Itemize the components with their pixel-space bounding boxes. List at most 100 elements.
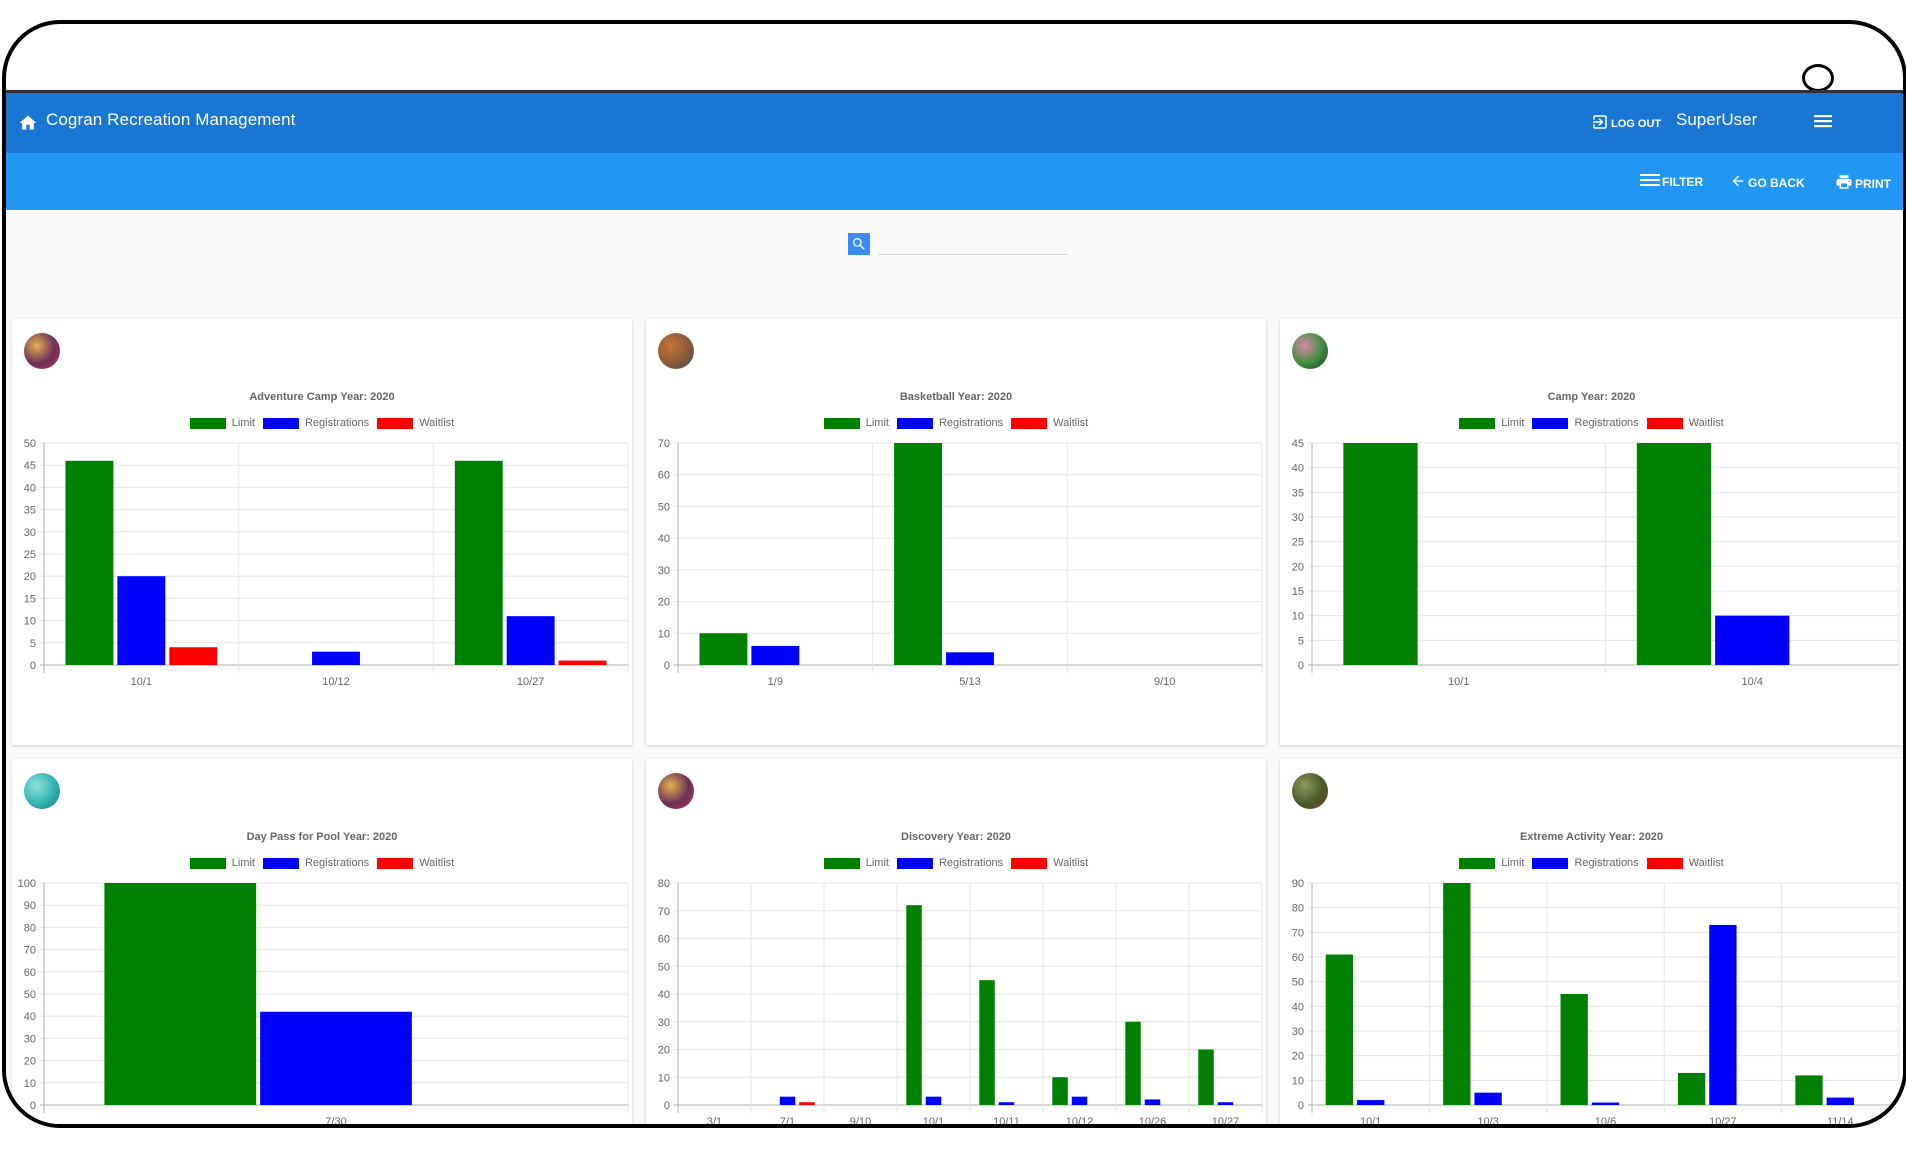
bar-limit[interactable] <box>1443 883 1471 1105</box>
bar-waitlist[interactable] <box>169 647 218 665</box>
bar-registrations[interactable] <box>117 576 166 665</box>
legend-item-registrations[interactable]: Registrations <box>896 417 1003 429</box>
legend-label: Registrations <box>1574 417 1639 429</box>
device-frame: Cogran Recreation Management LOG OUT Sup… <box>2 20 1906 1128</box>
legend-item-registrations[interactable]: Registrations <box>896 857 1003 869</box>
search-input[interactable] <box>878 234 1068 255</box>
legend-item-registrations[interactable]: Registrations <box>1532 857 1639 869</box>
bar-registrations[interactable] <box>1144 1099 1161 1105</box>
home-icon[interactable] <box>18 113 38 133</box>
program-avatar[interactable] <box>24 333 60 369</box>
bar-waitlist[interactable] <box>558 660 607 665</box>
legend-item-limit[interactable]: Limit <box>823 857 889 869</box>
printer-icon <box>1835 173 1853 194</box>
filter-button[interactable]: FILTER <box>1640 173 1703 190</box>
action-toolbar: FILTER GO BACK PRINT <box>6 153 1903 210</box>
bar-limit[interactable] <box>894 443 943 665</box>
bar-registrations[interactable] <box>1071 1096 1088 1105</box>
hamburger-menu-icon[interactable] <box>1814 113 1832 129</box>
x-tick-label: 10/27 <box>1212 1116 1240 1128</box>
legend-item-limit[interactable]: Limit <box>189 857 255 869</box>
camera-icon <box>1802 64 1834 92</box>
legend-item-waitlist[interactable]: Waitlist <box>1011 857 1088 869</box>
legend-item-limit[interactable]: Limit <box>189 417 255 429</box>
legend-swatch <box>262 417 299 429</box>
legend-item-waitlist[interactable]: Waitlist <box>1011 417 1088 429</box>
bar-registrations[interactable] <box>312 651 360 665</box>
program-avatar[interactable] <box>1292 773 1328 809</box>
chart-legend: Limit Registrations Waitlist <box>1280 857 1903 869</box>
y-tick-label: 60 <box>658 934 670 946</box>
legend-label: Limit <box>231 417 255 429</box>
bar-limit[interactable] <box>454 460 503 665</box>
x-tick-label: 10/11 <box>993 1116 1020 1128</box>
current-user: SuperUser <box>1676 110 1758 129</box>
bar-registrations[interactable] <box>751 645 800 665</box>
bar-registrations[interactable] <box>1709 924 1737 1105</box>
bar-limit[interactable] <box>1198 1049 1214 1106</box>
legend-item-waitlist[interactable]: Waitlist <box>377 857 454 869</box>
legend-item-registrations[interactable]: Registrations <box>262 857 369 869</box>
x-tick-label: 9/10 <box>1154 676 1175 688</box>
legend-swatch <box>1011 857 1048 869</box>
legend-label: Waitlist <box>1688 857 1724 869</box>
search-icon[interactable] <box>848 233 870 255</box>
y-tick-label: 25 <box>24 549 36 561</box>
bar-limit[interactable] <box>1677 1072 1706 1105</box>
bar-limit[interactable] <box>906 905 922 1105</box>
y-tick-label: 5 <box>1298 635 1304 647</box>
go-back-button[interactable]: GO BACK <box>1730 173 1805 192</box>
bar-limit[interactable] <box>1325 954 1354 1105</box>
program-chart-card: Adventure Camp Year: 2020 Limit Registrati… <box>12 319 632 745</box>
app-title[interactable]: Cogran Recreation Management <box>46 110 295 130</box>
bar-registrations[interactable] <box>1474 1092 1502 1105</box>
program-avatar[interactable] <box>658 333 694 369</box>
bar-registrations[interactable] <box>506 616 555 665</box>
chart-legend: Limit Registrations Waitlist <box>646 417 1266 429</box>
legend-swatch <box>1459 857 1496 869</box>
legend-item-limit[interactable]: Limit <box>1459 857 1524 869</box>
bar-limit[interactable] <box>979 980 995 1105</box>
bar-registrations[interactable] <box>1591 1102 1620 1105</box>
bar-limit[interactable] <box>1052 1077 1068 1105</box>
bar-registrations[interactable] <box>1826 1097 1854 1105</box>
y-tick-label: 20 <box>24 571 36 583</box>
program-chart-card: Basketball Year: 2020 Limit Registrations W… <box>646 319 1266 745</box>
bar-registrations[interactable] <box>779 1096 796 1105</box>
bar-limit[interactable] <box>1343 443 1418 665</box>
legend-item-waitlist[interactable]: Waitlist <box>1646 417 1724 429</box>
bar-limit[interactable] <box>1560 994 1588 1105</box>
legend-item-registrations[interactable]: Registrations <box>262 417 369 429</box>
bar-registrations[interactable] <box>260 1011 412 1105</box>
bar-limit[interactable] <box>1125 1021 1141 1105</box>
legend-item-limit[interactable]: Limit <box>823 417 889 429</box>
bar-limit[interactable] <box>1795 1075 1823 1105</box>
chart-title: Camp Year: 2020 <box>1547 391 1636 403</box>
y-tick-label: 40 <box>24 1011 36 1023</box>
bar-registrations[interactable] <box>925 1096 942 1105</box>
bar-limit[interactable] <box>65 460 114 665</box>
bar-limit[interactable] <box>1636 443 1712 665</box>
program-avatar[interactable] <box>658 773 694 809</box>
bar-registrations[interactable] <box>946 652 994 665</box>
program-avatar[interactable] <box>24 773 60 809</box>
y-tick-label: 50 <box>658 961 670 973</box>
bar-registrations[interactable] <box>1217 1102 1234 1105</box>
print-button[interactable]: PRINT <box>1835 173 1891 194</box>
logout-icon <box>1591 113 1609 134</box>
legend-item-waitlist[interactable]: Waitlist <box>1646 857 1724 869</box>
y-tick-label: 45 <box>24 460 36 472</box>
legend-item-registrations[interactable]: Registrations <box>1532 417 1639 429</box>
y-tick-label: 50 <box>658 501 670 513</box>
legend-swatch <box>1532 417 1569 429</box>
bar-waitlist[interactable] <box>799 1102 815 1105</box>
bar-limit[interactable] <box>699 633 748 665</box>
bar-registrations[interactable] <box>1715 615 1790 665</box>
legend-item-waitlist[interactable]: Waitlist <box>377 417 454 429</box>
legend-item-limit[interactable]: Limit <box>1459 417 1524 429</box>
program-avatar[interactable] <box>1292 333 1328 369</box>
logout-button[interactable]: LOG OUT <box>1591 113 1661 134</box>
bar-registrations[interactable] <box>1357 1100 1385 1105</box>
bar-registrations[interactable] <box>998 1102 1015 1105</box>
bar-limit[interactable] <box>104 883 257 1105</box>
